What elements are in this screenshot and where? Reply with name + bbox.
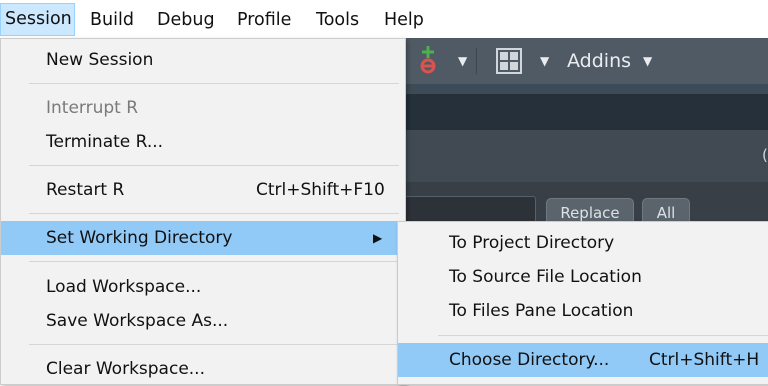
menu-separator [438,335,768,336]
menu-item-label: To Project Directory [449,233,615,253]
addins-button[interactable]: Addins [567,48,631,74]
menubar: Session Build Debug Profile Tools Help [0,0,768,38]
menu-item-shortcut: Ctrl+Shift+F10 [256,180,385,200]
menu-debug[interactable]: Debug [157,4,215,35]
editor-tabs [404,94,768,130]
session-menu: New Session Interrupt R Terminate R... R… [0,38,407,386]
chevron-down-icon[interactable]: ▼ [643,48,652,74]
menu-item-choose-directory[interactable]: Choose Directory... Ctrl+Shift+H [398,343,768,377]
menu-item-label: New Session [46,50,154,70]
menu-item-load-workspace[interactable]: Load Workspace... [1,270,405,304]
menu-separator [29,83,399,84]
main-toolbar: ▼ ▼ Addins ▼ [404,38,768,84]
menu-item-to-source-file-location[interactable]: To Source File Location [398,260,768,294]
menu-item-set-working-directory[interactable]: Set Working Directory ▶ [1,221,407,255]
menu-item-label: To Source File Location [449,267,642,287]
menu-separator [29,165,399,166]
working-directory-submenu: To Project Directory To Source File Loca… [397,221,768,385]
menu-item-label: Restart R [46,180,125,200]
menu-item-shortcut: Ctrl+Shift+H [649,350,760,370]
menu-item-label: Terminate R... [46,132,164,152]
menu-separator [29,344,399,345]
tab-strip [404,84,768,94]
menu-separator [29,213,399,214]
menu-item-label: Clear Workspace... [46,359,205,379]
menu-item-interrupt-r: Interrupt R [1,91,405,125]
menu-profile[interactable]: Profile [237,4,291,35]
menu-item-label: Choose Directory... [449,350,610,370]
menu-item-label: To Files Pane Location [449,301,634,321]
chevron-down-icon[interactable]: ▼ [540,48,549,74]
menu-item-save-workspace-as[interactable]: Save Workspace As... [1,304,405,338]
menu-item-label: Save Workspace As... [46,311,229,331]
menu-help[interactable]: Help [384,4,424,35]
menu-item-label: Load Workspace... [46,277,202,297]
clipped-glyph: ( [762,146,768,164]
editor-toolbar: ( [404,130,768,182]
menu-build[interactable]: Build [90,4,134,35]
menu-item-label: Interrupt R [46,98,139,118]
menu-item-to-project-directory[interactable]: To Project Directory [398,226,768,260]
submenu-arrow-icon: ▶ [373,231,383,245]
menu-item-clear-workspace[interactable]: Clear Workspace... [1,352,405,386]
menu-tools[interactable]: Tools [316,4,359,35]
menu-item-to-files-pane-location[interactable]: To Files Pane Location [398,294,768,328]
menu-session[interactable]: Session [0,3,75,36]
menu-item-terminate-r[interactable]: Terminate R... [1,125,405,159]
git-commit-icon[interactable] [418,44,438,76]
chevron-down-icon[interactable]: ▼ [458,48,467,74]
menu-item-new-session[interactable]: New Session [1,43,405,77]
grid-layout-icon[interactable] [496,48,522,74]
toolbar-separator [476,48,477,74]
menu-item-restart-r[interactable]: Restart R Ctrl+Shift+F10 [1,173,405,207]
menu-separator [29,261,399,262]
menu-item-label: Set Working Directory [46,228,233,248]
